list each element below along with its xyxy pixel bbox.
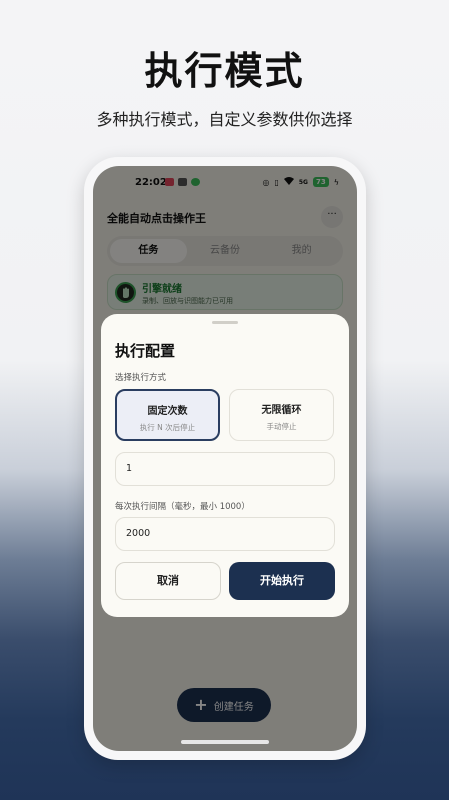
mode-name: 无限循环 [261, 405, 302, 416]
promo-subline: 多种执行模式，自定义参数供你选择 [96, 110, 353, 129]
phone-screen: 22:02 ◎ ▯ 5G 73 ϟ 全能自动点击操作王 ··· 任务 云备份 我… [93, 166, 357, 751]
execution-count-input[interactable]: 1 [115, 452, 335, 486]
start-execution-button[interactable]: 开始执行 [229, 562, 335, 600]
promo-headline: 执行模式 [144, 49, 305, 93]
execution-config-sheet: 执行配置 选择执行方式 固定次数 执行 N 次后停止 无限循环 手动停止 1 每… [101, 314, 349, 617]
sheet-drag-handle[interactable] [212, 321, 238, 324]
home-indicator[interactable] [181, 740, 269, 744]
mode-description: 手动停止 [266, 422, 297, 431]
mode-option-infinite-loop[interactable]: 无限循环 手动停止 [229, 389, 334, 441]
mode-name: 固定次数 [147, 406, 188, 417]
sheet-title: 执行配置 [115, 342, 176, 360]
mode-description: 执行 N 次后停止 [139, 423, 196, 432]
cancel-button[interactable]: 取消 [115, 562, 221, 600]
mode-option-fixed-count[interactable]: 固定次数 执行 N 次后停止 [115, 389, 220, 441]
mode-section-label: 选择执行方式 [115, 373, 167, 383]
interval-label: 每次执行间隔（毫秒，最小 1000） [115, 502, 250, 512]
interval-input[interactable]: 2000 [115, 517, 335, 551]
